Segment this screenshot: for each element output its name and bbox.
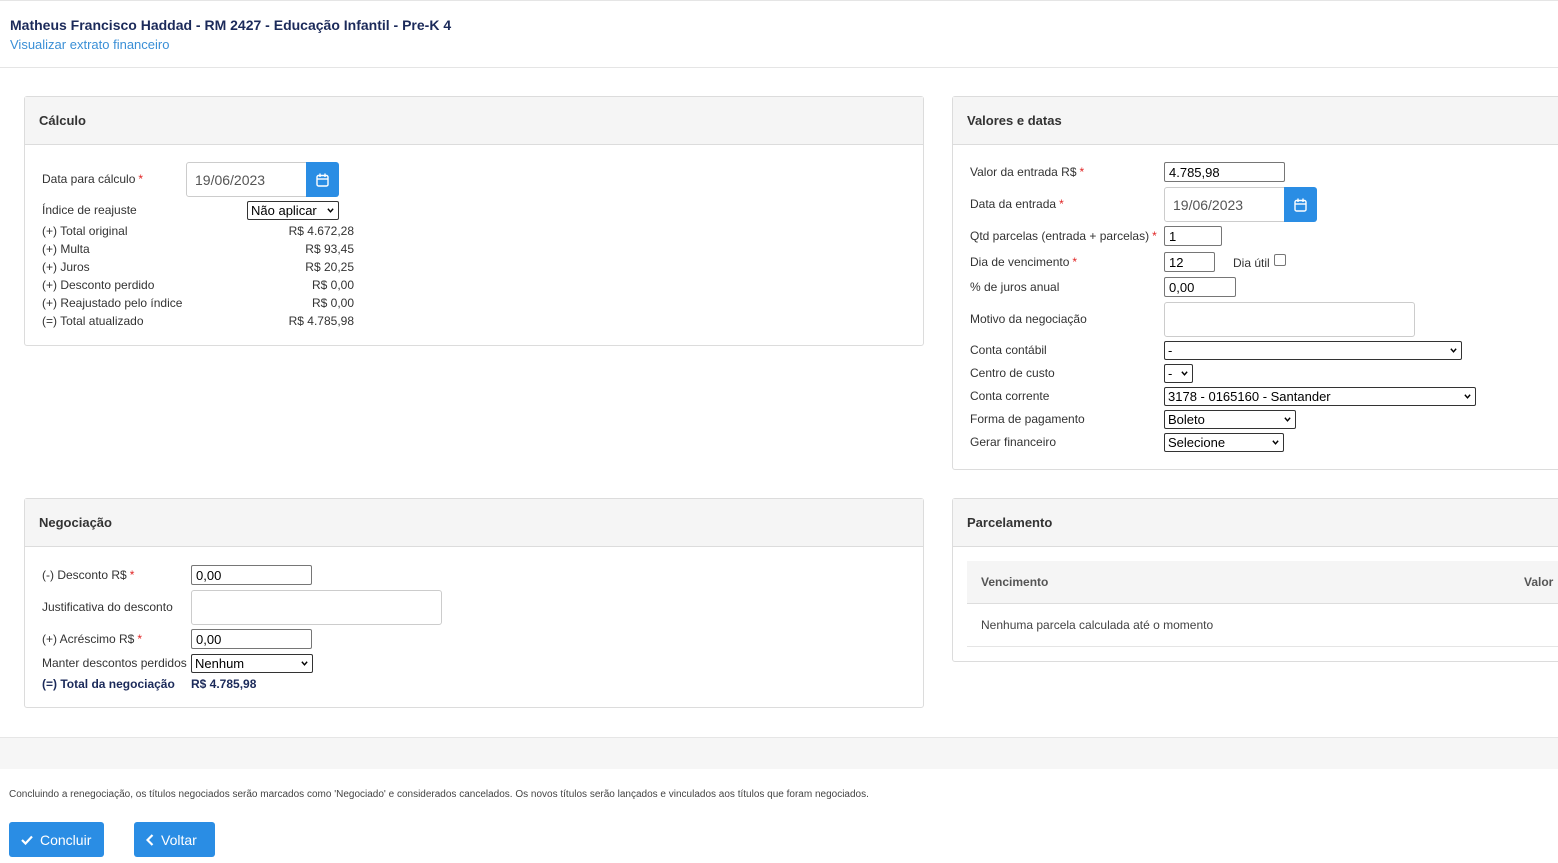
chevron-down-icon: [1450, 348, 1457, 353]
calendar-icon: [1294, 198, 1307, 212]
calendar-icon: [316, 173, 329, 187]
valor-entrada-label: Valor da entrada R$ *: [970, 165, 1085, 179]
forma-pagamento-select[interactable]: Boleto: [1164, 410, 1296, 429]
page-header: Matheus Francisco Haddad - RM 2427 - Edu…: [0, 0, 1558, 68]
motivo-label: Motivo da negociação: [970, 312, 1087, 326]
data-entrada-input[interactable]: [1164, 187, 1285, 222]
footer-divider: [0, 737, 1558, 769]
chevron-left-icon: [146, 833, 154, 846]
chevron-down-icon: [1284, 417, 1291, 422]
manter-descontos-select[interactable]: Nenhum: [191, 654, 313, 673]
concluir-button[interactable]: Concluir: [9, 822, 104, 857]
justificativa-textarea[interactable]: [191, 590, 442, 625]
total-atualizado-value: R$ 4.785,98: [288, 314, 354, 328]
multa-label: (+) Multa: [42, 242, 90, 256]
parcelamento-table-header: Vencimento Valor: [967, 561, 1558, 604]
dia-vencimento-input[interactable]: [1164, 252, 1215, 272]
negociacao-panel: Negociação (-) Desconto R$* Justificativ…: [24, 498, 924, 708]
dia-util-checkbox[interactable]: [1274, 254, 1286, 266]
acrescimo-input[interactable]: [191, 629, 312, 649]
desconto-input[interactable]: [191, 565, 312, 585]
conta-contabil-label: Conta contábil: [970, 343, 1047, 357]
gerar-financeiro-select[interactable]: Selecione: [1164, 433, 1284, 452]
indice-reajuste-label: Índice de reajuste: [42, 203, 137, 217]
chevron-down-icon: [1464, 394, 1471, 399]
voltar-button[interactable]: Voltar: [134, 822, 215, 857]
centro-custo-select[interactable]: -: [1164, 364, 1193, 383]
reajustado-indice-label: (+) Reajustado pelo índice: [42, 296, 183, 310]
juros-anual-input[interactable]: [1164, 277, 1236, 297]
calculo-panel-title: Cálculo: [25, 97, 923, 145]
dia-vencimento-label: Dia de vencimento *: [970, 255, 1078, 269]
juros-anual-label: % de juros anual: [970, 280, 1060, 294]
desconto-label: (-) Desconto R$ *: [42, 568, 135, 582]
parcelamento-empty-text: Nenhuma parcela calculada até o momento: [981, 618, 1214, 632]
total-atualizado-label: (=) Total atualizado: [42, 314, 144, 328]
multa-value: R$ 93,45: [305, 242, 354, 256]
valores-datas-panel: Valores e datas Valor da entrada R$* Dat…: [952, 96, 1558, 470]
conta-contabil-select[interactable]: -: [1164, 341, 1462, 360]
concluir-label: Concluir: [40, 831, 92, 848]
chevron-down-icon: [1181, 371, 1188, 376]
renegotiation-note: Concluindo a renegociação, os títulos ne…: [9, 789, 869, 800]
reajustado-indice-value: R$ 0,00: [311, 296, 354, 310]
dia-util-label: Dia útil: [1233, 256, 1270, 270]
justificativa-label: Justificativa do desconto: [42, 600, 173, 614]
desconto-perdido-value: R$ 0,00: [311, 278, 354, 292]
view-statement-link[interactable]: Visualizar extrato financeiro: [10, 37, 169, 52]
indice-reajuste-select[interactable]: Não aplicar: [247, 201, 339, 220]
voltar-label: Voltar: [161, 831, 197, 848]
total-original-label: (+) Total original: [42, 224, 128, 238]
total-negociacao-label: (=) Total da negociação: [42, 677, 175, 691]
col-vencimento: Vencimento: [981, 575, 1049, 589]
conta-corrente-select[interactable]: 3178 - 0165160 - Santander: [1164, 387, 1476, 406]
total-negociacao-value: R$ 4.785,98: [191, 677, 257, 691]
page-title: Matheus Francisco Haddad - RM 2427 - Edu…: [10, 17, 452, 33]
gerar-financeiro-label: Gerar financeiro: [970, 435, 1057, 449]
motivo-textarea[interactable]: [1164, 302, 1415, 337]
col-valor: Valor: [1524, 575, 1554, 589]
parcelamento-panel: Parcelamento Vencimento Valor Nenhuma pa…: [952, 498, 1558, 662]
data-entrada-calendar-button[interactable]: [1284, 187, 1317, 222]
data-calculo-label: Data para cálculo *: [42, 172, 144, 186]
chevron-down-icon: [327, 208, 334, 213]
chevron-down-icon: [1272, 440, 1279, 445]
data-calculo-input[interactable]: [186, 162, 307, 197]
total-original-value: R$ 4.672,28: [288, 224, 354, 238]
calculo-panel: Cálculo Data para cálculo* Índice de rea…: [24, 96, 924, 346]
qtd-parcelas-label: Qtd parcelas (entrada + parcelas) *: [970, 229, 1157, 243]
parcelamento-empty-row: Nenhuma parcela calculada até o momento: [967, 604, 1558, 647]
centro-custo-label: Centro de custo: [970, 366, 1055, 380]
chevron-down-icon: [301, 661, 308, 666]
qtd-parcelas-input[interactable]: [1164, 226, 1222, 246]
forma-pagamento-label: Forma de pagamento: [970, 412, 1085, 426]
juros-label: (+) Juros: [42, 260, 90, 274]
valores-datas-panel-title: Valores e datas: [953, 97, 1558, 145]
valor-entrada-input[interactable]: [1164, 162, 1285, 182]
check-icon: [21, 835, 33, 845]
conta-corrente-label: Conta corrente: [970, 389, 1050, 403]
manter-descontos-label: Manter descontos perdidos: [42, 656, 187, 670]
negociacao-panel-title: Negociação: [25, 499, 923, 547]
juros-value: R$ 20,25: [305, 260, 354, 274]
data-entrada-label: Data da entrada *: [970, 197, 1064, 211]
data-calculo-calendar-button[interactable]: [306, 162, 339, 197]
desconto-perdido-label: (+) Desconto perdido: [42, 278, 155, 292]
parcelamento-panel-title: Parcelamento: [953, 499, 1558, 547]
acrescimo-label: (+) Acréscimo R$ *: [42, 632, 143, 646]
